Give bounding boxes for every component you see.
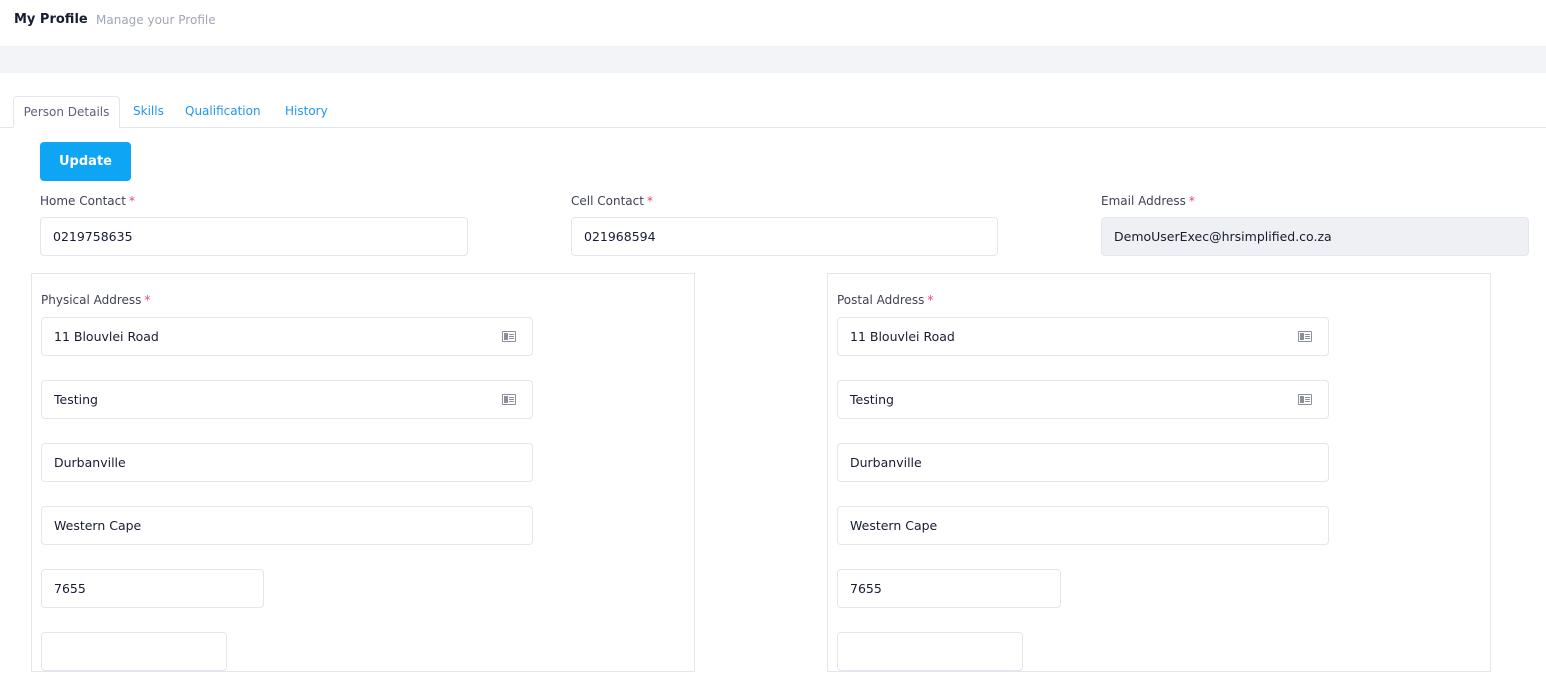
postal-address-line1-value: 11 Blouvlei Road xyxy=(850,329,955,344)
page-header: My Profile Manage your Profile xyxy=(0,0,1546,46)
postal-address-line2-input[interactable]: Testing xyxy=(837,380,1329,419)
home-contact-label-text: Home Contact xyxy=(40,194,126,208)
postal-address-panel: Postal Address * 11 Blouvlei Road Testing… xyxy=(827,273,1491,672)
cell-contact-label-text: Cell Contact xyxy=(571,194,644,208)
page-title: My Profile xyxy=(14,12,88,27)
required-marker: * xyxy=(1188,194,1195,208)
address-card-icon xyxy=(502,394,516,405)
update-button[interactable]: Update xyxy=(40,142,131,181)
address-card-icon xyxy=(1298,331,1312,342)
physical-address-line1-input[interactable]: 11 Blouvlei Road xyxy=(41,317,533,356)
physical-address-line2-value: Testing xyxy=(54,392,98,407)
tab-person-details[interactable]: Person Details xyxy=(13,96,120,128)
page-subtitle: Manage your Profile xyxy=(96,13,216,27)
tab-history[interactable]: History xyxy=(285,96,328,128)
physical-address-city-input[interactable]: Durbanville xyxy=(41,443,533,482)
header-divider-band xyxy=(0,46,1546,73)
required-marker: * xyxy=(128,194,135,208)
physical-address-extra-input[interactable] xyxy=(41,632,227,671)
required-marker: * xyxy=(646,194,653,208)
postal-address-line1-input[interactable]: 11 Blouvlei Road xyxy=(837,317,1329,356)
email-address-label: Email Address * xyxy=(1101,194,1195,208)
physical-address-line2-input[interactable]: Testing xyxy=(41,380,533,419)
postal-address-line2-value: Testing xyxy=(850,392,894,407)
profile-tabs: Person Details Skills Qualification Hist… xyxy=(0,96,1546,128)
physical-address-line1-value: 11 Blouvlei Road xyxy=(54,329,159,344)
postal-address-label-text: Postal Address xyxy=(837,293,925,307)
physical-address-postal-code-input[interactable]: 7655 xyxy=(41,569,264,608)
address-card-icon xyxy=(1298,394,1312,405)
physical-address-panel: Physical Address * 11 Blouvlei Road Testi… xyxy=(31,273,695,672)
postal-address-postal-code-input[interactable]: 7655 xyxy=(837,569,1061,608)
address-card-icon xyxy=(502,331,516,342)
required-marker: * xyxy=(144,293,151,307)
home-contact-label: Home Contact * xyxy=(40,194,135,208)
cell-contact-label: Cell Contact * xyxy=(571,194,653,208)
cell-contact-input[interactable]: 021968594 xyxy=(571,217,998,256)
email-address-label-text: Email Address xyxy=(1101,194,1186,208)
email-address-input: DemoUserExec@hrsimplified.co.za xyxy=(1101,217,1529,256)
required-marker: * xyxy=(927,293,934,307)
postal-address-label: Postal Address * xyxy=(837,293,933,307)
postal-address-city-input[interactable]: Durbanville xyxy=(837,443,1329,482)
physical-address-province-input[interactable]: Western Cape xyxy=(41,506,533,545)
physical-address-label: Physical Address * xyxy=(41,293,150,307)
postal-address-province-input[interactable]: Western Cape xyxy=(837,506,1329,545)
postal-address-extra-input[interactable] xyxy=(837,632,1023,671)
physical-address-label-text: Physical Address xyxy=(41,293,142,307)
tab-skills[interactable]: Skills xyxy=(133,96,164,128)
home-contact-input[interactable]: 0219758635 xyxy=(40,217,468,256)
tab-qualification[interactable]: Qualification xyxy=(185,96,261,128)
